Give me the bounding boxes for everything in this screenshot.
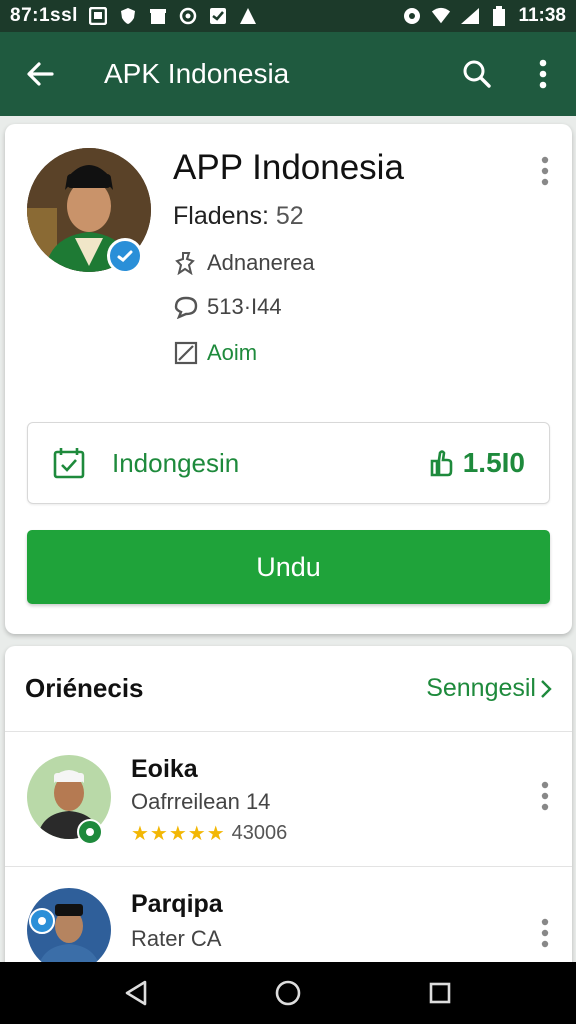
installs-box[interactable]: Indongesin 1.5I0	[27, 422, 550, 504]
downloads-text: 513·I44	[207, 294, 282, 319]
verified-badge-icon	[107, 238, 143, 274]
more-vert-icon	[541, 781, 549, 811]
system-nav-bar	[0, 962, 576, 1024]
see-all-link[interactable]: Senngesil	[426, 674, 552, 703]
app-bar-title: APK Indonesia	[104, 58, 290, 89]
status-row: Aoim	[173, 340, 257, 366]
overflow-menu-button[interactable]	[510, 32, 576, 116]
more-vert-icon	[541, 918, 549, 948]
battery-icon	[489, 6, 509, 26]
more-vert-icon	[541, 156, 549, 186]
followers-row: Fladens: 52	[173, 202, 304, 231]
chevron-right-icon	[541, 679, 552, 698]
sync-notification-icon	[178, 6, 198, 26]
status-text: Aoim	[207, 340, 258, 365]
item-subtitle: Oafrreilean 14	[131, 789, 271, 814]
signal-icon	[460, 6, 480, 26]
check-notification-icon	[208, 6, 228, 26]
category-row: Adnanerea	[173, 250, 315, 276]
installs-label: Indongesin	[112, 447, 240, 478]
installs-count: 1.5I0	[462, 447, 525, 478]
edit-box-icon	[173, 340, 199, 366]
item-rating: ★★★★★ 43006	[131, 821, 287, 846]
verified-badge-icon	[29, 908, 55, 934]
rating-count: 43006	[231, 822, 288, 844]
item-subtitle: Rater CA	[131, 926, 222, 951]
back-button[interactable]	[0, 32, 80, 116]
nav-back-button[interactable]	[106, 963, 166, 1023]
item-name: Parqipa	[131, 890, 223, 918]
see-all-label: Senngesil	[426, 674, 536, 702]
item-name: Eoika	[131, 755, 198, 783]
status-bar: 87:1ssl 11:38	[0, 0, 576, 32]
installs-count-group: 1.5I0	[429, 447, 525, 479]
wifi-icon	[431, 6, 451, 26]
status-bar-text: 87:1ssl	[10, 5, 78, 26]
nav-home-button[interactable]	[258, 963, 318, 1023]
calendar-check-icon	[52, 446, 86, 480]
status-bar-right: 11:38	[402, 5, 566, 27]
shield-notification-icon	[118, 6, 138, 26]
alert-notification-icon	[238, 6, 258, 26]
chat-icon	[173, 294, 199, 320]
star-rating: ★★★★★	[131, 823, 226, 845]
downloads-row: 513·I44	[173, 294, 282, 320]
square-recents-icon	[429, 982, 451, 1004]
more-vert-icon	[539, 59, 547, 89]
download-button[interactable]: Undu	[27, 530, 550, 604]
status-bar-left: 87:1ssl	[10, 5, 258, 27]
arrow-back-icon	[27, 62, 54, 86]
category-text: Adnanerea	[207, 250, 315, 275]
app-bar: APK Indonesia	[0, 32, 576, 116]
app-bar-actions	[444, 32, 576, 116]
item-menu-button[interactable]	[533, 916, 557, 950]
image-notification-icon	[88, 6, 108, 26]
related-section-card: Oriénecis Senngesil Eoika Oafrreilean 14…	[5, 646, 572, 976]
app-profile-card: APP Indonesia Fladens: 52 Adnanerea 513·…	[5, 124, 572, 634]
store-notification-icon	[148, 6, 168, 26]
item-menu-button[interactable]	[533, 779, 557, 813]
section-header: Oriénecis Senngesil	[5, 646, 572, 732]
status-time: 11:38	[518, 5, 566, 26]
card-menu-button[interactable]	[533, 154, 557, 188]
circle-home-icon	[275, 980, 301, 1006]
followers-label: Fladens:	[173, 202, 269, 230]
triangle-back-icon	[125, 980, 147, 1006]
followers-count: 52	[275, 202, 304, 230]
puzzle-icon	[173, 250, 199, 276]
section-title: Oriénecis	[25, 673, 144, 703]
thumbs-up-icon	[430, 450, 453, 477]
nav-recents-button[interactable]	[410, 963, 470, 1023]
search-icon	[463, 60, 491, 88]
search-button[interactable]	[444, 32, 510, 116]
app-name: APP Indonesia	[173, 148, 404, 187]
location-icon	[402, 6, 422, 26]
verified-badge-icon	[77, 819, 103, 845]
list-item[interactable]: Eoika Oafrreilean 14 ★★★★★ 43006	[5, 733, 572, 867]
